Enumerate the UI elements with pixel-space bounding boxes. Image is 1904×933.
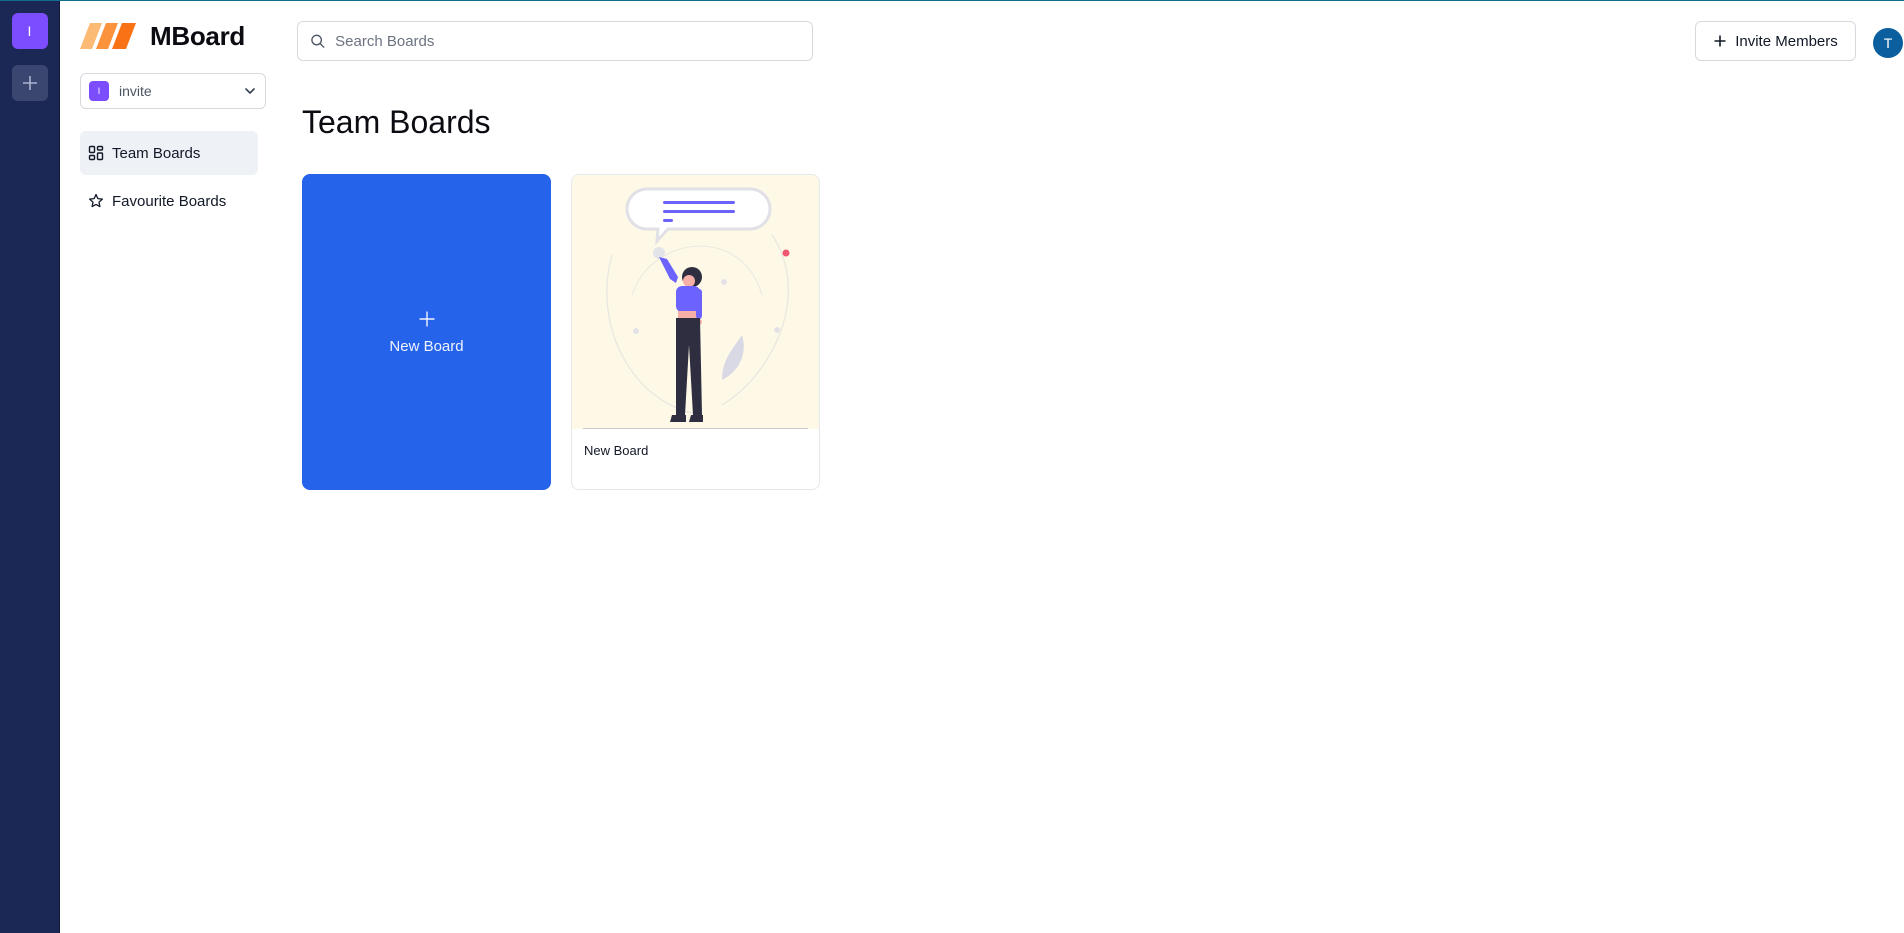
plus-icon <box>1714 35 1726 47</box>
search-box[interactable] <box>297 21 813 61</box>
search-input[interactable] <box>335 32 800 50</box>
sidebar-item-label: Team Boards <box>112 144 201 162</box>
add-org-button[interactable] <box>11 65 48 101</box>
user-avatar[interactable]: T <box>1873 28 1903 58</box>
new-board-label: New Board <box>389 337 464 355</box>
org-select[interactable]: I invite <box>80 73 266 109</box>
board-illustration <box>606 187 790 422</box>
main-content: Invite Members T Team Boards New Board <box>278 1 1904 933</box>
sidebar-item-team-boards[interactable]: Team Boards <box>80 131 258 175</box>
logo[interactable]: MBoard <box>80 17 258 55</box>
chevron-down-icon <box>245 88 255 95</box>
sidebar: MBoard I invite Team Boards Favourite Bo… <box>60 1 278 933</box>
sidebar-item-label: Favourite Boards <box>112 192 227 210</box>
new-board-card[interactable]: New Board <box>302 174 551 490</box>
board-card[interactable]: New Board <box>571 174 820 490</box>
page-title: Team Boards <box>302 104 491 140</box>
app-root: I MBoard I invite Team Boards Favourite … <box>0 0 1904 933</box>
logo-mark-icon <box>80 23 136 49</box>
plus-icon <box>22 76 37 90</box>
search-icon <box>311 34 325 48</box>
dashboard-icon <box>88 145 104 161</box>
org-switcher-badge[interactable]: I <box>11 13 48 49</box>
board-thumbnail <box>572 175 819 429</box>
thumbnail-floor-line <box>583 428 808 429</box>
logo-text: MBoard <box>150 20 245 51</box>
org-select-label: invite <box>119 83 152 99</box>
org-rail: I <box>0 1 60 933</box>
invite-members-label: Invite Members <box>1735 32 1838 50</box>
invite-members-button[interactable]: Invite Members <box>1695 21 1856 61</box>
star-icon <box>88 193 104 208</box>
sidebar-item-favourite-boards[interactable]: Favourite Boards <box>80 179 258 223</box>
plus-icon <box>419 311 434 326</box>
sidebar-nav: Team Boards Favourite Boards <box>80 131 258 223</box>
board-title: New Board <box>584 443 649 458</box>
org-select-badge: I <box>89 81 109 101</box>
